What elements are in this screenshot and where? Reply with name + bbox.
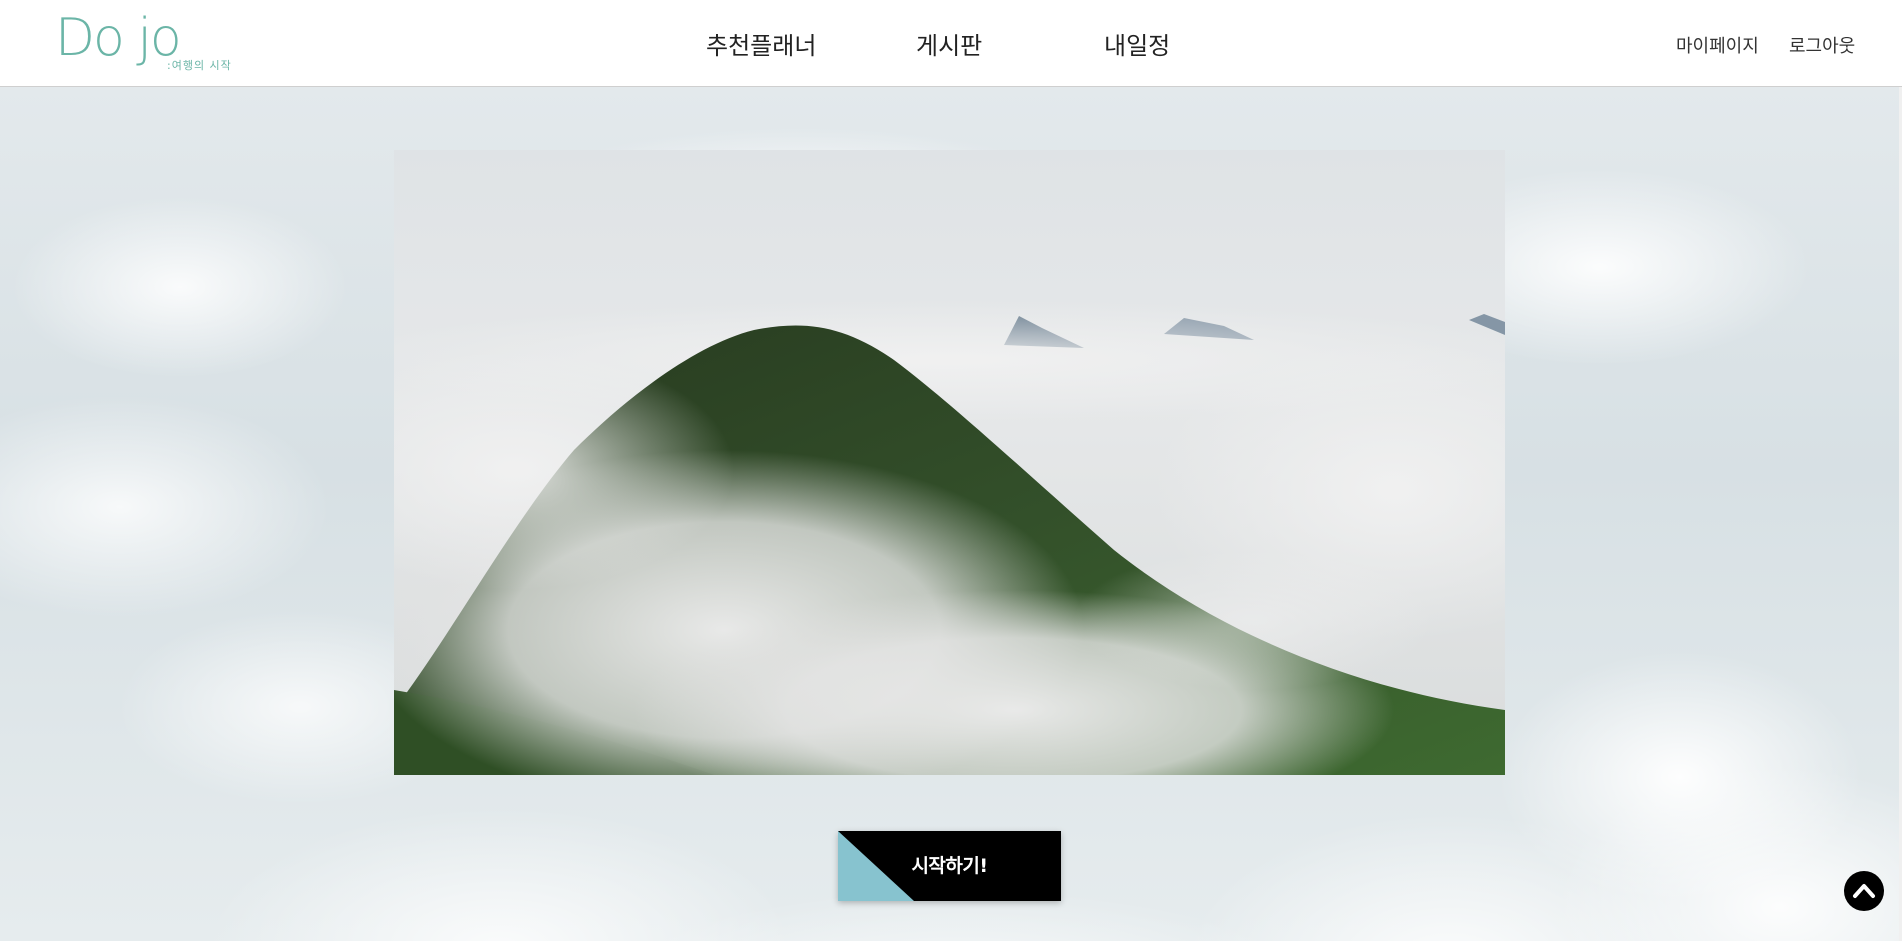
logo-subtitle: :여행의 시작: [167, 59, 232, 72]
nav-item-my-schedule[interactable]: 내일정: [1104, 26, 1170, 61]
logout-link[interactable]: 로그아웃: [1789, 32, 1855, 58]
mypage-link[interactable]: 마이페이지: [1676, 32, 1759, 58]
nav-item-board[interactable]: 게시판: [916, 26, 982, 61]
logo[interactable]: Do jo :여행의 시작: [55, 8, 245, 78]
logo-wordmark: Do jo: [55, 8, 182, 68]
start-button[interactable]: 시작하기!: [838, 831, 1061, 901]
scroll-top-button[interactable]: [1844, 871, 1884, 911]
nav-item-recommended-planner[interactable]: 추천플래너: [706, 26, 816, 61]
site-header: Do jo :여행의 시작 추천플래너 게시판 내일정 마이페이지 로그아웃: [0, 0, 1902, 87]
hero-mountain-image: [394, 150, 1505, 775]
start-button-label: 시작하기!: [911, 855, 988, 877]
chevron-up-icon: [1853, 884, 1875, 898]
logo-wordmark-left: Do: [55, 8, 125, 68]
